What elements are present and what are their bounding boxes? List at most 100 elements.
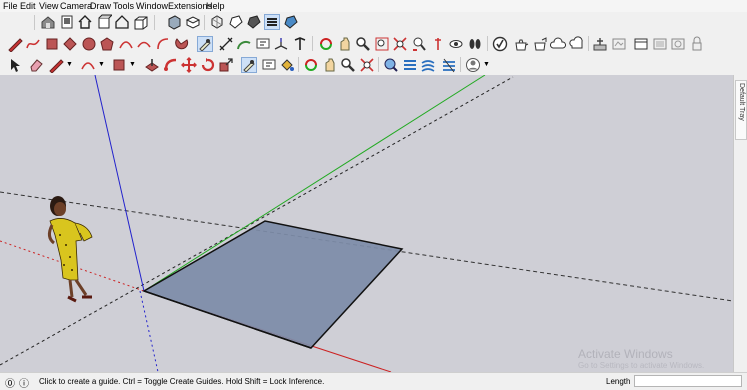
zoom-extents-icon-2[interactable] [359,57,375,73]
warehouse-icon[interactable] [40,14,56,30]
dimension-icon[interactable] [218,36,234,52]
shapes-dropdown-icon[interactable] [111,57,127,73]
default-tray-label: Default Tray [738,83,745,121]
follow-me-icon[interactable] [163,57,179,73]
zoom-extents-icon[interactable] [392,36,408,52]
credits-icon[interactable]: ⓘ [19,375,29,390]
lock-icon[interactable] [689,36,705,52]
style-textured-icon[interactable] [283,14,299,30]
rotated-rectangle-icon[interactable] [62,36,78,52]
home-view-icon[interactable] [77,14,93,30]
layers-icon[interactable] [264,14,280,30]
eraser-icon[interactable] [28,57,44,73]
toolbar-row-1 [0,12,747,33]
section-plane-icon[interactable] [633,36,649,52]
toggle-terrain-icon[interactable] [611,36,627,52]
polygon-icon[interactable] [99,36,115,52]
protractor-icon[interactable] [236,36,252,52]
menu-draw[interactable]: Draw [90,0,111,12]
style-xray-icon[interactable] [209,14,225,30]
scale-icon[interactable] [218,57,234,73]
menu-help[interactable]: Help [206,0,225,12]
menu-view[interactable]: View [39,0,58,12]
validate-icon[interactable] [492,36,508,52]
length-input[interactable] [634,375,742,387]
axes-icon[interactable] [273,36,289,52]
orbit-icon-2[interactable] [303,57,319,73]
add-location-icon[interactable] [592,36,608,52]
teapot-icon[interactable] [513,36,529,52]
model-info-icon[interactable] [59,14,75,30]
solid-tools-icon[interactable] [383,57,399,73]
rotate-icon[interactable] [200,57,216,73]
pencil-line-icon[interactable] [7,36,23,52]
paint-bucket-icon[interactable] [279,57,295,73]
move-icon[interactable] [181,57,197,73]
activation-watermark: Activate Windows [578,347,673,361]
match-photo-icon[interactable] [670,36,686,52]
previous-view-icon[interactable] [411,36,427,52]
house-outline-icon[interactable] [114,14,130,30]
component-box-icon[interactable] [96,14,112,30]
freehand-icon[interactable] [25,36,41,52]
menu-edit[interactable]: Edit [20,0,36,12]
shapes-dropdown-arrow[interactable]: ▼ [129,61,136,68]
style-shaded-icon[interactable] [246,14,262,30]
tape-measure-icon[interactable] [197,36,213,52]
arc-icon[interactable] [118,36,134,52]
geo-location-icon[interactable]: ⓪ [5,375,15,390]
menu-file[interactable]: File [3,0,18,12]
pie-icon[interactable] [173,36,189,52]
default-tray-tab[interactable]: Default Tray [735,80,747,140]
orbit-icon[interactable] [318,36,334,52]
outer-shell-icon[interactable] [441,57,457,73]
user-account-icon[interactable] [465,57,481,73]
menu-window[interactable]: Window [136,0,168,12]
default-tray: Default Tray [733,75,747,372]
style-wireframe-icon[interactable] [228,14,244,30]
front-view-icon[interactable] [166,14,182,30]
zoom-icon-2[interactable] [340,57,356,73]
menu-camera[interactable]: Camera [60,0,92,12]
three-point-arc-icon[interactable] [155,36,171,52]
top-view-icon[interactable] [185,14,201,30]
zoom-icon[interactable] [355,36,371,52]
tape-measure-icon-2[interactable] [241,57,257,73]
line-dropdown-arrow[interactable]: ▼ [66,61,73,68]
arcs-dropdown-arrow[interactable]: ▼ [98,61,105,68]
circle-icon[interactable] [81,36,97,52]
status-message: Click to create a guide. Ctrl = Toggle C… [39,377,325,386]
two-point-arc-icon[interactable] [136,36,152,52]
account-dropdown-arrow[interactable]: ▼ [483,61,490,68]
line-pencil-icon[interactable] [48,57,64,73]
photo-texture-icon[interactable] [652,36,668,52]
pan-icon-2[interactable] [322,57,338,73]
walk-icon[interactable] [467,36,483,52]
pan-icon[interactable] [337,36,353,52]
blue-axis [94,75,145,292]
extension-warehouse-icon[interactable] [569,36,585,52]
3d-text-icon[interactable] [292,36,308,52]
rectangle-icon[interactable] [44,36,60,52]
toolbar-row-3: ▼ ▼ ▼ ▼ [0,54,747,75]
toolbar-row-2 [0,33,747,54]
sandbox-icon[interactable] [402,57,418,73]
activation-watermark-sub: Go to Settings to activate Windows. [578,361,705,370]
intersect-icon[interactable] [420,57,436,73]
component-open-icon[interactable] [133,14,149,30]
arcs-dropdown-icon[interactable] [80,57,96,73]
rectangle-face [142,220,404,349]
scene-canvas[interactable] [0,75,733,372]
3d-viewport[interactable]: Activate Windows Go to Settings to activ… [0,75,733,372]
select-icon[interactable] [7,57,23,73]
text-label-icon[interactable] [261,57,277,73]
look-around-icon[interactable] [448,36,464,52]
share-model-icon[interactable] [532,36,548,52]
zoom-window-icon[interactable] [374,36,390,52]
text-icon[interactable] [255,36,271,52]
length-label: Length [606,377,631,386]
cloud-icon[interactable] [550,36,566,52]
position-camera-icon[interactable] [430,36,446,52]
menu-tools[interactable]: Tools [113,0,134,12]
push-pull-icon[interactable] [144,57,160,73]
